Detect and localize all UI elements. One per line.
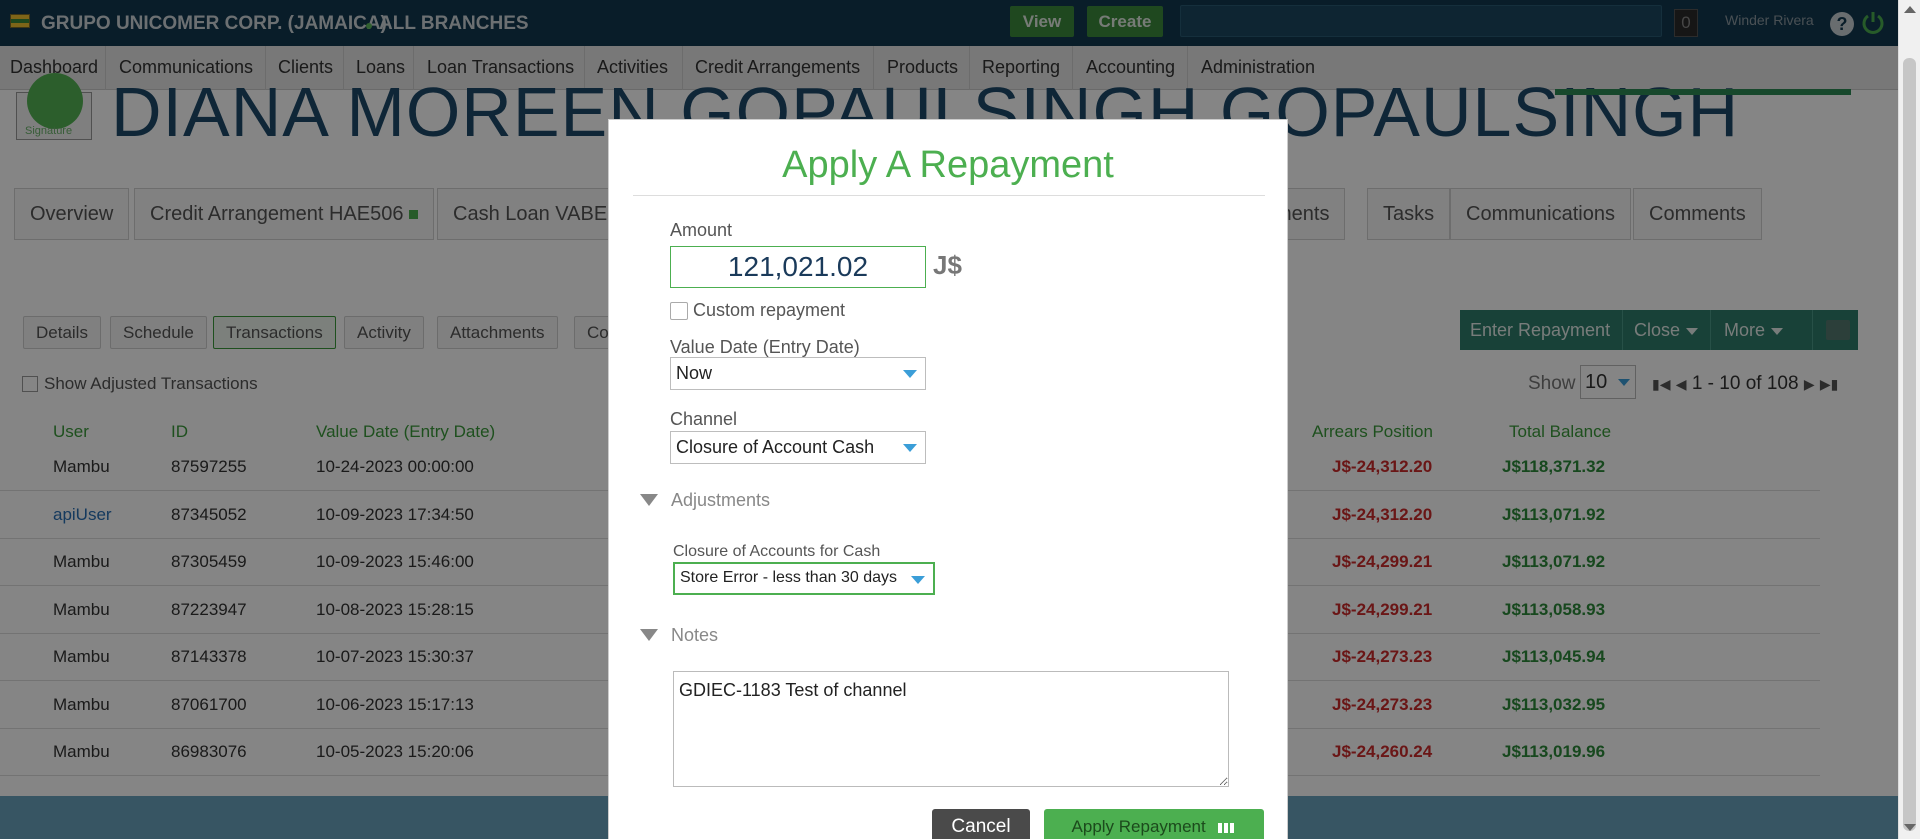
custom-repayment-checkbox[interactable] bbox=[670, 302, 688, 320]
value-date-label: Value Date (Entry Date) bbox=[670, 337, 860, 357]
chevron-down-icon bbox=[911, 576, 925, 584]
chevron-down-icon bbox=[903, 370, 917, 378]
custom-repayment-label: Custom repayment bbox=[693, 300, 846, 320]
scroll-up-icon[interactable] bbox=[1904, 6, 1916, 13]
collapse-triangle-icon[interactable] bbox=[640, 629, 658, 641]
currency-label: J$ bbox=[933, 250, 962, 280]
chevron-down-icon bbox=[903, 444, 917, 452]
amount-label: Amount bbox=[670, 220, 733, 240]
channel-label: Channel bbox=[670, 409, 738, 429]
notes-section-toggle[interactable]: Notes bbox=[671, 625, 718, 646]
notes-textarea[interactable]: GDIEC-1183 Test of channel bbox=[673, 671, 1229, 787]
cancel-button[interactable]: Cancel bbox=[932, 809, 1030, 839]
scroll-down-icon[interactable] bbox=[1904, 824, 1916, 831]
channel-value: Closure of Account Cash bbox=[676, 437, 875, 457]
page-scrollbar[interactable] bbox=[1898, 0, 1920, 839]
closure-accounts-label: Closure of Accounts for Cash bbox=[673, 543, 881, 560]
scroll-thumb[interactable] bbox=[1903, 58, 1916, 831]
apply-repayment-dialog: Apply A Repayment Amount J$ Custom repay… bbox=[608, 119, 1288, 839]
closure-reason-select[interactable]: Store Error - less than 30 days bbox=[673, 562, 935, 595]
loading-spinner-icon bbox=[1218, 810, 1236, 839]
collapse-triangle-icon[interactable] bbox=[640, 494, 658, 506]
amount-input[interactable] bbox=[670, 246, 926, 288]
value-date-select[interactable]: Now bbox=[670, 357, 926, 390]
title-divider bbox=[633, 195, 1265, 196]
closure-reason-value: Store Error - less than 30 days bbox=[680, 569, 897, 586]
apply-repayment-label: Apply Repayment bbox=[1071, 817, 1206, 836]
dialog-title: Apply A Repayment bbox=[782, 144, 1114, 186]
apply-repayment-button[interactable]: Apply Repayment bbox=[1044, 809, 1264, 839]
channel-select[interactable]: Closure of Account Cash bbox=[670, 431, 926, 464]
value-date-value: Now bbox=[676, 363, 713, 383]
adjustments-section-toggle[interactable]: Adjustments bbox=[671, 490, 770, 511]
